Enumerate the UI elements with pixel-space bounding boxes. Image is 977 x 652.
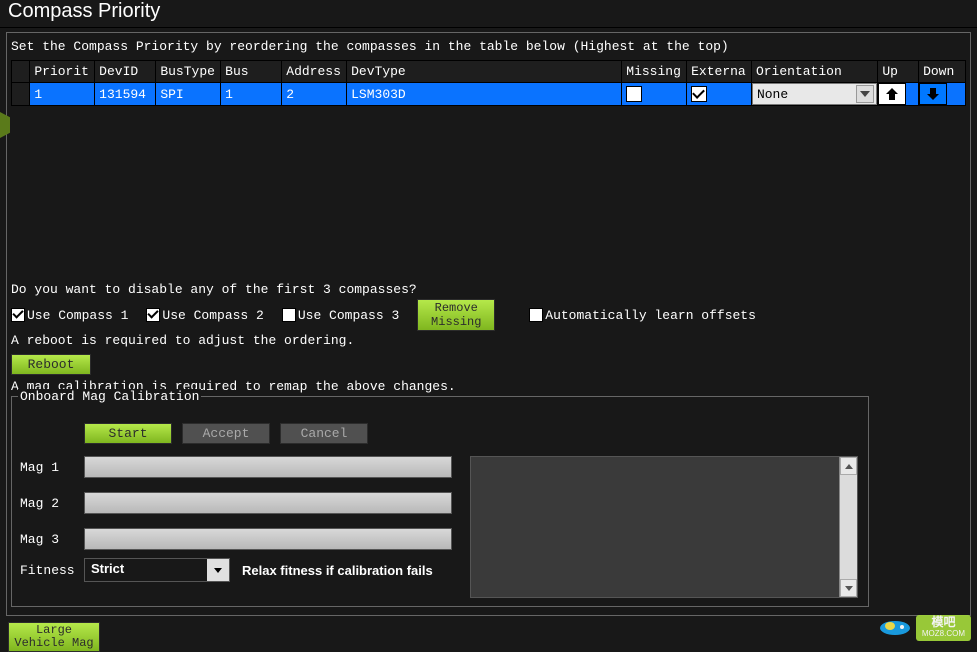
missing-checkbox[interactable] — [626, 86, 642, 102]
reboot-button[interactable]: Reboot — [11, 354, 91, 375]
use-compass-2-label: Use Compass 2 — [162, 308, 263, 323]
cell-orientation[interactable]: None — [751, 83, 877, 106]
table-row[interactable]: 1 131594 SPI 1 2 LSM303D None — [12, 83, 966, 106]
compass-table[interactable]: Priorit DevID BusType Bus Address DevTyp… — [11, 60, 966, 106]
fitness-dropdown[interactable]: Strict — [84, 558, 230, 582]
col-up[interactable]: Up — [878, 61, 919, 83]
col-bus[interactable]: Bus — [221, 61, 282, 83]
use-compass-3-checkbox[interactable]: Use Compass 3 — [282, 308, 399, 323]
col-devtype[interactable]: DevType — [347, 61, 622, 83]
compass-priority-panel: Set the Compass Priority by reordering t… — [6, 32, 971, 616]
dropdown-arrow-icon[interactable] — [207, 559, 229, 581]
scrollbar-track[interactable] — [840, 475, 857, 579]
cell-address[interactable]: 2 — [282, 83, 347, 106]
external-checkbox[interactable] — [691, 86, 707, 102]
use-compass-1-label: Use Compass 1 — [27, 308, 128, 323]
fitness-label: Fitness — [20, 563, 84, 578]
checkbox-icon — [282, 308, 296, 322]
start-button[interactable]: Start — [84, 423, 172, 444]
mag1-label: Mag 1 — [20, 460, 84, 475]
move-down-button[interactable] — [919, 83, 947, 105]
calibration-log[interactable] — [470, 456, 858, 598]
orientation-dropdown-icon[interactable] — [856, 85, 874, 103]
auto-learn-offsets-checkbox[interactable]: Automatically learn offsets — [529, 308, 756, 323]
page-title: Compass Priority — [0, 0, 977, 28]
orientation-value: None — [757, 87, 788, 102]
row-header[interactable] — [12, 83, 30, 106]
onboard-mag-calibration-group: Onboard Mag Calibration Start Accept Can… — [11, 396, 869, 607]
log-scrollbar[interactable] — [839, 457, 857, 597]
use-compass-3-label: Use Compass 3 — [298, 308, 399, 323]
large-vehicle-mag-button[interactable]: Large Vehicle Mag — [8, 622, 100, 652]
col-down[interactable]: Down — [919, 61, 966, 83]
use-compass-1-checkbox[interactable]: Use Compass 1 — [11, 308, 128, 323]
mag3-progress — [84, 528, 452, 550]
col-bustype[interactable]: BusType — [156, 61, 221, 83]
accept-button: Accept — [182, 423, 270, 444]
cell-priority[interactable]: 1 — [30, 83, 95, 106]
col-address[interactable]: Address — [282, 61, 347, 83]
reboot-note: A reboot is required to adjust the order… — [11, 333, 966, 348]
fieldset-legend: Onboard Mag Calibration — [18, 389, 201, 404]
watermark-name: 模吧 — [931, 617, 955, 628]
cell-devid[interactable]: 131594 — [95, 83, 156, 106]
mag1-progress — [84, 456, 452, 478]
scroll-down-icon[interactable] — [840, 579, 857, 597]
watermark-badge: 模吧 MOZ8.COM — [916, 615, 971, 641]
cell-bus[interactable]: 1 — [221, 83, 282, 106]
relax-fitness-label: Relax fitness if calibration fails — [242, 563, 433, 578]
watermark-sub: MOZ8.COM — [922, 628, 965, 639]
table-header-row: Priorit DevID BusType Bus Address DevTyp… — [12, 61, 966, 83]
col-devid[interactable]: DevID — [95, 61, 156, 83]
cell-up[interactable] — [878, 83, 919, 106]
col-select — [12, 61, 30, 83]
checkbox-icon — [11, 308, 25, 322]
watermark: 模吧 MOZ8.COM — [878, 615, 971, 641]
move-up-button[interactable] — [878, 83, 906, 105]
mag3-label: Mag 3 — [20, 532, 84, 547]
cell-missing[interactable] — [622, 83, 687, 106]
checkbox-icon — [146, 308, 160, 322]
cell-bustype[interactable]: SPI — [156, 83, 221, 106]
checkbox-icon — [529, 308, 543, 322]
col-orientation[interactable]: Orientation — [751, 61, 877, 83]
cancel-button: Cancel — [280, 423, 368, 444]
col-missing[interactable]: Missing — [622, 61, 687, 83]
remove-missing-button[interactable]: Remove Missing — [417, 299, 495, 331]
use-compass-2-checkbox[interactable]: Use Compass 2 — [146, 308, 263, 323]
mag2-progress — [84, 492, 452, 514]
cell-devtype[interactable]: LSM303D — [347, 83, 622, 106]
instruction-text: Set the Compass Priority by reordering t… — [11, 39, 966, 54]
mag2-label: Mag 2 — [20, 496, 84, 511]
auto-learn-label: Automatically learn offsets — [545, 308, 756, 323]
fitness-value: Strict — [85, 559, 207, 581]
col-priority[interactable]: Priorit — [30, 61, 95, 83]
cell-external[interactable] — [687, 83, 752, 106]
col-external[interactable]: Externa — [687, 61, 752, 83]
watermark-icon — [878, 617, 912, 639]
disable-question: Do you want to disable any of the first … — [11, 282, 966, 297]
cell-down[interactable] — [919, 83, 966, 106]
scroll-up-icon[interactable] — [840, 457, 857, 475]
